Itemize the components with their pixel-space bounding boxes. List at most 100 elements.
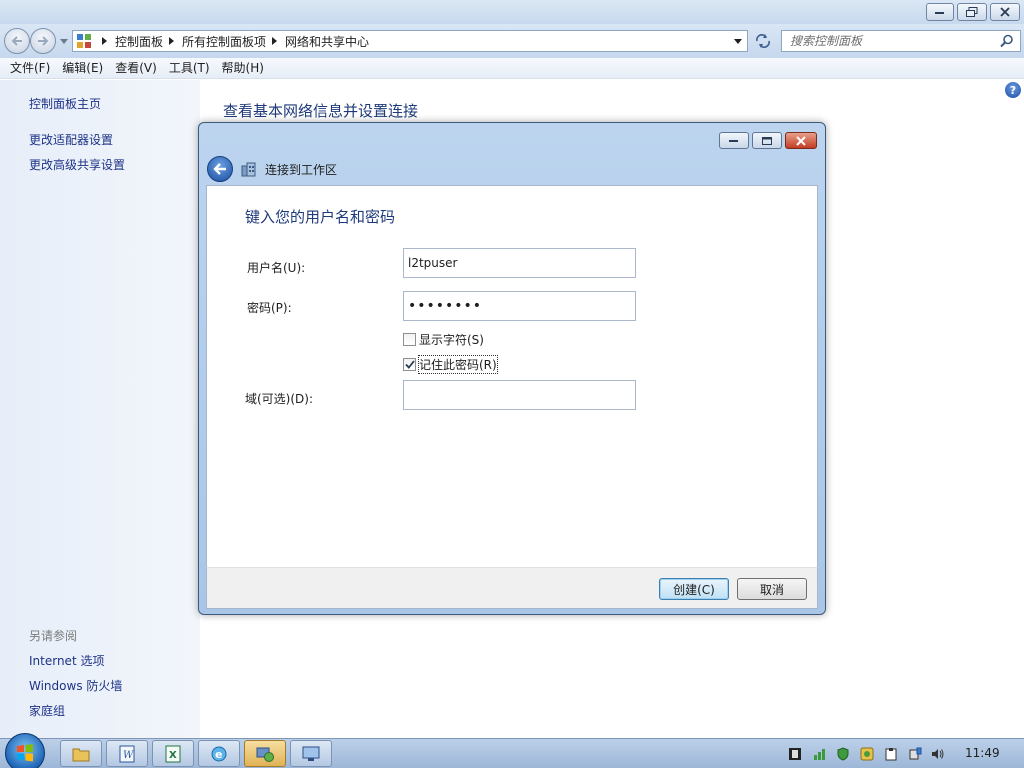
back-arrow-icon (213, 163, 226, 175)
word-icon: W (119, 745, 135, 762)
usb-device-icon[interactable] (908, 747, 922, 761)
menu-view[interactable]: 查看(V) (109, 58, 163, 78)
address-toolbar: 控制面板 所有控制面板项 网络和共享中心 (0, 24, 1024, 58)
refresh-icon (756, 34, 770, 48)
minimize-icon (935, 12, 944, 14)
dialog-heading: 键入您的用户名和密码 (245, 208, 396, 226)
explorer-icon (72, 748, 90, 761)
help-icon[interactable]: ? (1005, 82, 1021, 98)
username-field[interactable] (403, 248, 636, 278)
breadcrumb-item[interactable]: 所有控制面板项 (182, 33, 266, 50)
menu-edit[interactable]: 编辑(E) (56, 58, 109, 78)
create-button[interactable]: 创建(C) (659, 578, 729, 600)
close-icon (1000, 7, 1010, 17)
volume-icon[interactable] (931, 747, 945, 761)
restore-button[interactable] (957, 3, 987, 21)
taskbar: W X e 11:49 (0, 733, 1024, 768)
remember-password-label[interactable]: 记住此密码(R) (418, 355, 498, 374)
workplace-icon (241, 162, 256, 177)
close-button[interactable] (990, 3, 1020, 21)
back-arrow-icon (11, 36, 22, 46)
password-label: 密码(P): (247, 301, 292, 315)
film-strip-icon[interactable] (788, 747, 802, 761)
windows-firewall-link[interactable]: Windows 防火墙 (29, 677, 122, 694)
address-dropdown-icon[interactable] (734, 39, 742, 44)
dialog-minimize-button[interactable] (719, 132, 749, 149)
task-pane: 控制面板主页 更改适配器设置 更改高级共享设置 另请参阅 Internet 选项… (0, 80, 200, 738)
dialog-header: 连接到工作区 (207, 153, 807, 185)
address-box[interactable]: 控制面板 所有控制面板项 网络和共享中心 (72, 30, 748, 52)
dialog-maximize-button[interactable] (752, 132, 782, 149)
menu-tools[interactable]: 工具(T) (163, 58, 216, 78)
minimize-icon (729, 140, 738, 142)
search-icon[interactable] (1000, 34, 1014, 48)
menu-bar: 文件(F) 编辑(E) 查看(V) 工具(T) 帮助(H) (0, 58, 1024, 79)
back-button[interactable] (4, 28, 30, 54)
internet-options-link[interactable]: Internet 选项 (29, 652, 104, 669)
network-center-icon (256, 747, 274, 762)
close-icon (796, 135, 806, 146)
remember-password-checkbox[interactable] (403, 358, 416, 371)
dialog-close-button[interactable] (785, 132, 817, 149)
svg-text:W: W (123, 750, 134, 761)
minimize-button[interactable] (926, 3, 954, 21)
page-title: 查看基本网络信息并设置连接 (223, 102, 419, 120)
remember-password-checkbox-row[interactable]: 记住此密码(R) (403, 355, 498, 374)
clipboard-icon[interactable] (884, 747, 898, 761)
forward-button[interactable] (30, 28, 56, 54)
search-box (781, 30, 1021, 52)
search-input[interactable] (790, 31, 990, 51)
history-dropdown-icon[interactable] (60, 39, 68, 44)
control-panel-icon (77, 34, 91, 48)
control-panel-home-link[interactable]: 控制面板主页 (29, 95, 101, 112)
start-button[interactable] (5, 733, 45, 768)
maximize-icon (762, 136, 772, 145)
menu-help[interactable]: 帮助(H) (216, 58, 270, 78)
username-label: 用户名(U): (247, 261, 306, 275)
dialog-body: 键入您的用户名和密码 用户名(U): 密码(P): 显示字符(S) 记住此密码(… (206, 185, 818, 567)
change-advanced-sharing-link[interactable]: 更改高级共享设置 (29, 156, 125, 173)
show-characters-label[interactable]: 显示字符(S) (419, 331, 484, 348)
ie-icon: e (211, 746, 227, 761)
svg-text:e: e (215, 748, 222, 761)
taskbar-word-button[interactable]: W (106, 740, 148, 767)
remote-desktop-icon (302, 746, 320, 761)
windows-logo-icon (17, 744, 33, 762)
window-titlebar (0, 0, 1024, 24)
breadcrumb-separator-icon[interactable] (102, 37, 107, 45)
taskbar-remote-desktop-button[interactable] (290, 740, 332, 767)
change-adapter-settings-link[interactable]: 更改适配器设置 (29, 131, 113, 148)
show-characters-checkbox-row[interactable]: 显示字符(S) (403, 331, 484, 348)
restore-icon (966, 7, 978, 17)
taskbar-explorer-button[interactable] (60, 740, 102, 767)
checkmark-icon (404, 360, 415, 369)
svg-text:X: X (169, 750, 177, 761)
taskbar-network-center-button[interactable] (244, 740, 286, 767)
dialog-title: 连接到工作区 (265, 162, 338, 177)
network-status-icon[interactable] (813, 747, 827, 761)
taskbar-ie-button[interactable]: e (198, 740, 240, 767)
domain-label: 域(可选)(D): (245, 392, 314, 406)
dialog-footer: 创建(C) 取消 (206, 567, 818, 609)
taskbar-clock[interactable]: 11:49 (965, 746, 1000, 760)
breadcrumb-item[interactable]: 网络和共享中心 (285, 33, 369, 50)
cancel-button[interactable]: 取消 (737, 578, 807, 600)
dialog-back-button[interactable] (207, 156, 233, 182)
breadcrumb-item[interactable]: 控制面板 (115, 33, 163, 50)
see-also-label: 另请参阅 (29, 629, 78, 643)
password-field[interactable] (403, 291, 636, 321)
security-shield-icon[interactable] (836, 747, 850, 761)
forward-arrow-icon (38, 36, 49, 46)
breadcrumb-separator-icon[interactable] (272, 37, 278, 45)
domain-field[interactable] (403, 380, 636, 410)
taskbar-excel-button[interactable]: X (152, 740, 194, 767)
homegroup-link[interactable]: 家庭组 (29, 702, 65, 719)
menu-file[interactable]: 文件(F) (4, 58, 56, 78)
excel-icon: X (165, 745, 181, 762)
connect-dialog: 连接到工作区 键入您的用户名和密码 用户名(U): 密码(P): 显示字符(S)… (198, 122, 826, 615)
breadcrumb: 控制面板 所有控制面板项 网络和共享中心 (96, 33, 369, 50)
breadcrumb-separator-icon[interactable] (169, 37, 175, 45)
show-characters-checkbox[interactable] (403, 333, 416, 346)
refresh-button[interactable] (752, 30, 774, 52)
action-center-icon[interactable] (860, 747, 874, 761)
